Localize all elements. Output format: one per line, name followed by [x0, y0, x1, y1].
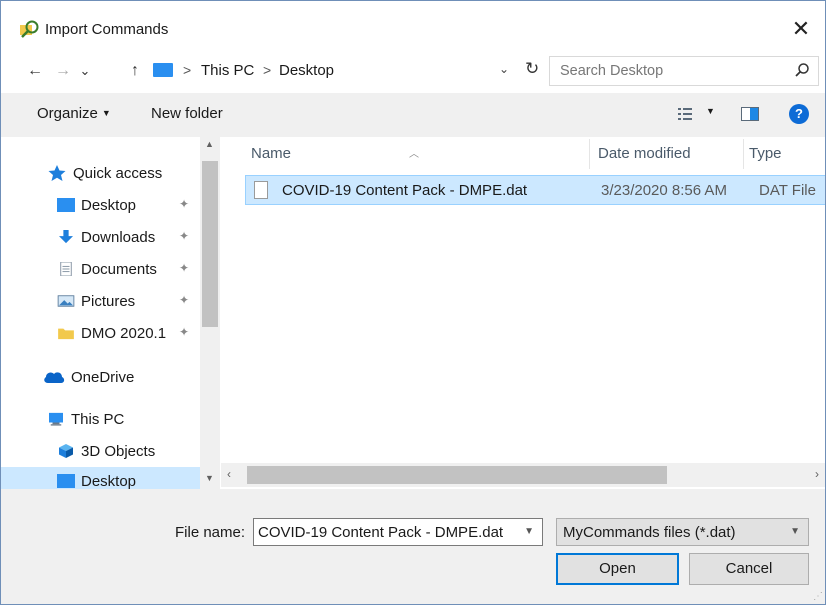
import-commands-dialog: Import Commands ✕ ← → ⌄ ↑ > This PC > De… [0, 0, 826, 605]
view-dropdown-icon[interactable]: ▼ [706, 106, 715, 116]
this-pc-icon [153, 63, 173, 77]
sidebar-item-downloads[interactable]: Downloads [57, 223, 155, 251]
resize-grip-icon[interactable]: ⋰ [813, 591, 823, 602]
sidebar-item-label: OneDrive [71, 368, 135, 386]
organize-label: Organize [37, 105, 98, 122]
pin-icon[interactable]: ✦ [179, 197, 189, 211]
sidebar-item-label: DMO 2020.1 [81, 324, 167, 342]
file-name-field[interactable]: COVID-19 Content Pack - DMPE.dat ▼ [253, 518, 543, 546]
download-arrow-icon [59, 230, 73, 244]
file-name: COVID-19 Content Pack - DMPE.dat [282, 182, 528, 199]
close-icon[interactable]: ✕ [787, 15, 815, 43]
sort-ascending-icon: ︿ [409, 149, 419, 160]
star-icon [48, 165, 66, 181]
organize-menu[interactable]: Organize ▼ [37, 105, 111, 122]
chevron-down-icon: ▼ [790, 526, 800, 537]
column-header-label: Name [251, 145, 292, 162]
new-folder-button[interactable]: New folder [151, 105, 223, 122]
window-title: Import Commands [45, 21, 169, 38]
address-dropdown-icon[interactable]: ⌄ [499, 62, 509, 76]
chevron-down-icon[interactable]: ▼ [524, 526, 534, 537]
organize-dropdown-icon: ▼ [101, 108, 111, 118]
sidebar-item-3d-objects[interactable]: 3D Objects [57, 437, 155, 465]
address-bar[interactable]: > This PC > Desktop ⌄ ↻ [153, 57, 543, 85]
cloud-icon [44, 372, 65, 383]
sidebar-item-onedrive[interactable]: OneDrive [43, 363, 134, 391]
search-input[interactable]: Search Desktop [549, 56, 819, 86]
table-row[interactable]: COVID-19 Content Pack - DMPE.dat 3/23/20… [245, 175, 825, 205]
pin-icon[interactable]: ✦ [179, 325, 189, 339]
file-list-scrollbar[interactable]: ‹ › [221, 463, 825, 487]
pin-icon[interactable]: ✦ [179, 293, 189, 307]
file-type: DAT File [759, 182, 816, 199]
preview-pane-icon[interactable] [741, 107, 759, 121]
help-icon[interactable]: ? [789, 104, 809, 124]
desktop-folder-icon [57, 198, 75, 212]
breadcrumb-desktop[interactable]: Desktop [279, 62, 334, 79]
sidebar-item-this-pc[interactable]: This PC [47, 405, 124, 433]
sidebar-item-pictures[interactable]: Pictures [57, 287, 135, 315]
sidebar-item-label: Desktop [81, 472, 137, 490]
recent-locations-icon[interactable]: ⌄ [73, 59, 97, 83]
navigation-scrollbar[interactable]: ▲ ▼ [200, 137, 220, 489]
sidebar-item-label: Downloads [81, 228, 156, 246]
pictures-icon [57, 295, 75, 307]
sidebar-item-quick-access[interactable]: Quick access [47, 159, 162, 187]
file-date: 3/23/2020 8:56 AM [601, 182, 727, 199]
back-arrow-icon[interactable]: ← [23, 59, 47, 83]
pin-icon[interactable]: ✦ [179, 261, 189, 275]
breadcrumb-this-pc[interactable]: This PC [201, 62, 254, 79]
column-separator[interactable] [589, 139, 590, 169]
sidebar-item-pc-desktop[interactable]: Desktop [1, 467, 200, 489]
file-type-value: MyCommands files (*.dat) [563, 524, 736, 541]
sidebar-item-label: Quick access [73, 164, 163, 182]
column-header-label: Type [749, 145, 782, 162]
navigation-pane: Quick access Desktop ✦ Downloads ✦ Docum… [1, 137, 221, 489]
file-list: Name ︿ Date modified Type COVID-19 Conte… [221, 137, 825, 463]
navigation-bar: ← → ⌄ ↑ > This PC > Desktop ⌄ ↻ Search D… [1, 51, 825, 91]
open-button[interactable]: Open [556, 553, 679, 585]
sidebar-item-label: 3D Objects [81, 442, 156, 460]
file-name-value: COVID-19 Content Pack - DMPE.dat [258, 524, 504, 541]
column-header-date[interactable]: Date modified [591, 137, 741, 171]
folder-icon [58, 328, 74, 340]
sidebar-item-label: Desktop [81, 196, 137, 214]
breadcrumb-separator: > [183, 62, 192, 78]
column-header-type[interactable]: Type [745, 137, 825, 171]
file-type-select[interactable]: MyCommands files (*.dat) ▼ [556, 518, 809, 546]
desktop-folder-icon [57, 474, 75, 488]
app-icon [20, 20, 39, 38]
scroll-up-icon[interactable]: ▲ [205, 139, 214, 149]
sidebar-item-label: This PC [71, 410, 125, 428]
scrollbar-thumb[interactable] [202, 161, 218, 327]
title-bar: Import Commands ✕ [1, 1, 825, 51]
pin-icon[interactable]: ✦ [179, 229, 189, 243]
search-icon [795, 63, 809, 77]
up-arrow-icon[interactable]: ↑ [123, 59, 147, 83]
sidebar-item-documents[interactable]: Documents [57, 255, 157, 283]
column-header-label: Date modified [598, 145, 691, 162]
breadcrumb-separator: > [263, 62, 272, 78]
documents-icon [60, 262, 72, 276]
view-options-icon[interactable] [677, 106, 693, 122]
search-placeholder: Search Desktop [560, 63, 664, 79]
file-options-panel: File name: COVID-19 Content Pack - DMPE.… [1, 489, 825, 604]
cube-icon [59, 444, 73, 458]
scrollbar-thumb[interactable] [247, 466, 667, 484]
command-toolbar: Organize ▼ New folder ▼ ? [1, 93, 825, 137]
file-name-label: File name: [175, 524, 246, 541]
column-header-name[interactable]: Name ︿ [221, 137, 591, 171]
file-icon [254, 181, 268, 199]
forward-arrow-icon[interactable]: → [51, 59, 75, 83]
refresh-icon[interactable]: ↻ [525, 59, 539, 79]
cancel-button[interactable]: Cancel [689, 553, 809, 585]
scroll-down-icon[interactable]: ▼ [205, 473, 214, 483]
computer-icon [49, 412, 63, 426]
column-separator[interactable] [743, 139, 744, 169]
sidebar-item-label: Pictures [81, 292, 136, 310]
sidebar-item-label: Documents [81, 260, 157, 278]
scroll-right-icon[interactable]: › [815, 467, 819, 481]
scroll-left-icon[interactable]: ‹ [227, 467, 231, 481]
sidebar-item-dmo[interactable]: DMO 2020.1 [57, 319, 166, 347]
